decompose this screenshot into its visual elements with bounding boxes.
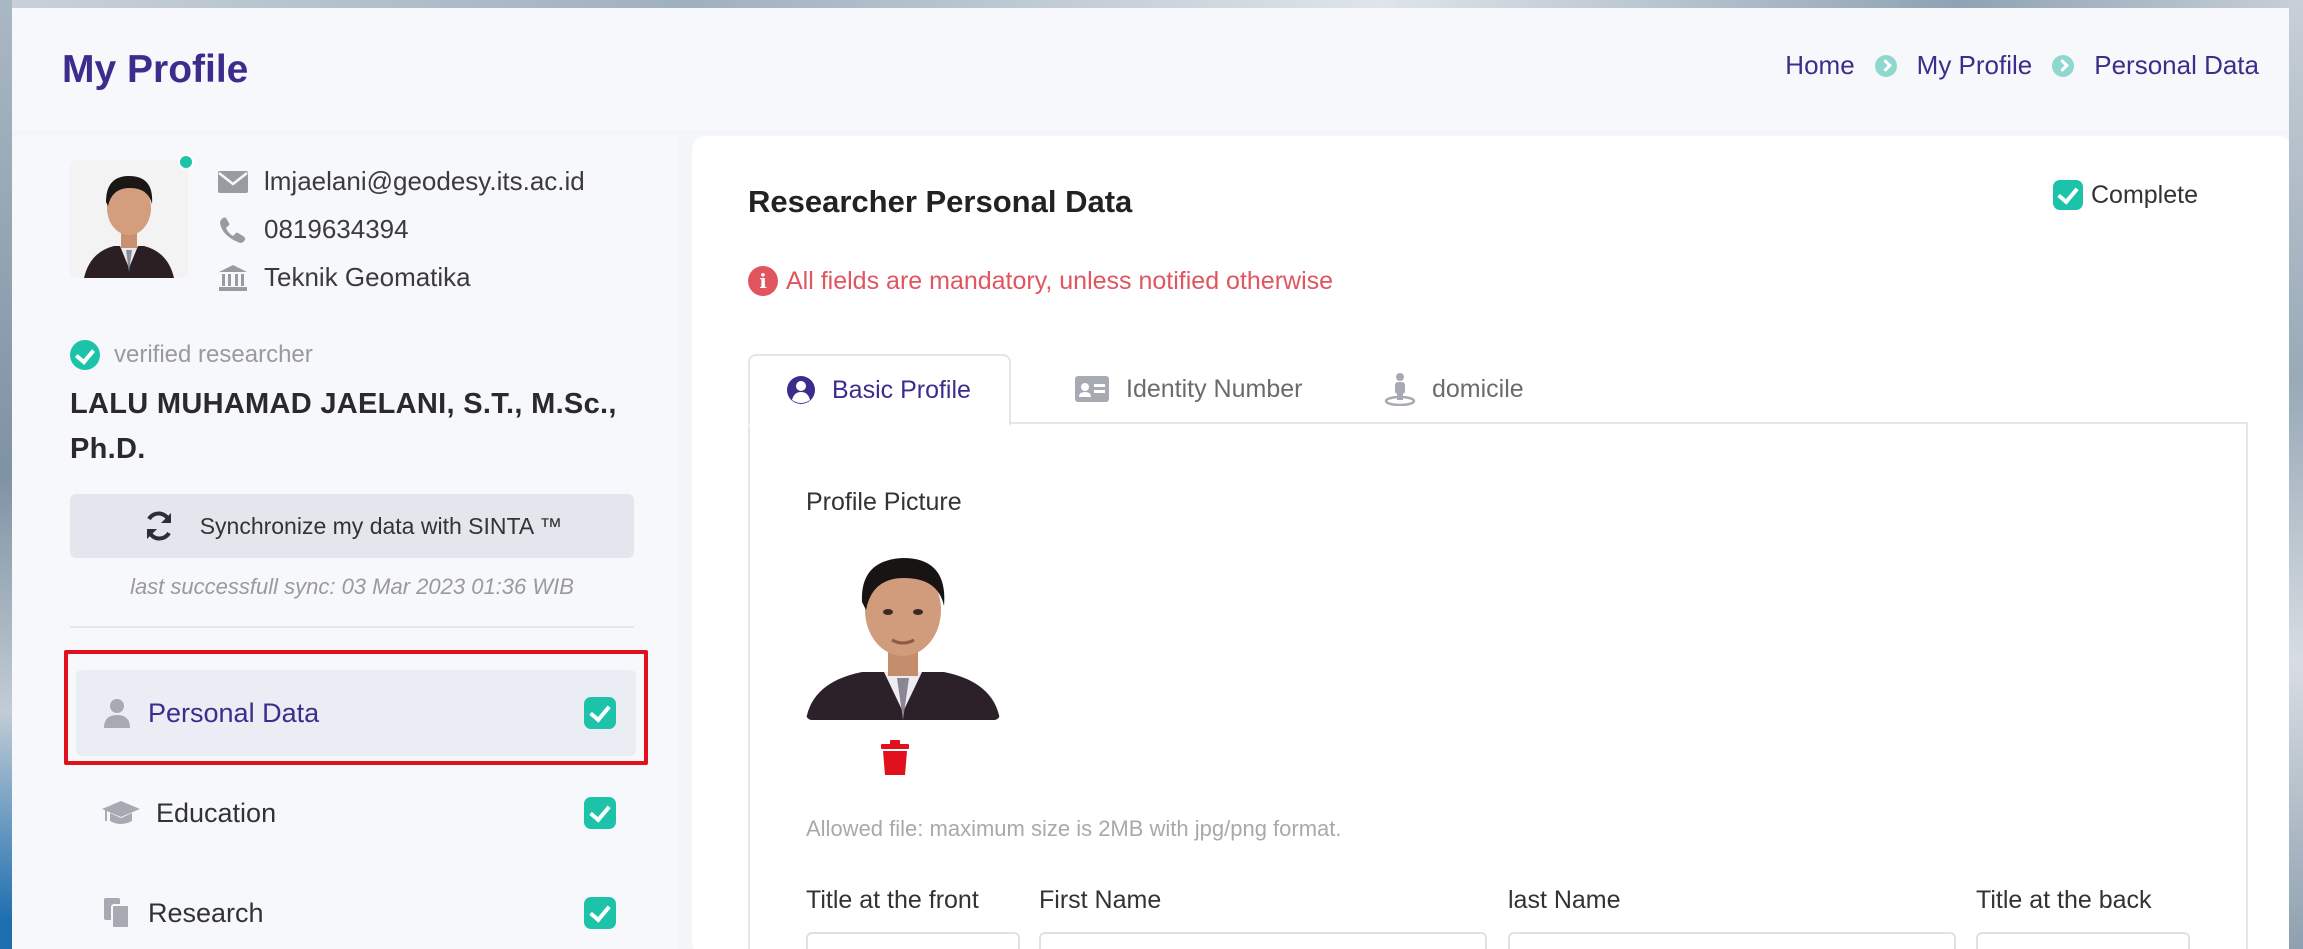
sync-button-label: Synchronize my data with SINTA ™ (199, 512, 563, 539)
department-text: Teknik Geomatika (264, 262, 471, 292)
envelope-icon (216, 168, 250, 196)
contact-department: Teknik Geomatika (216, 262, 471, 293)
delete-photo-button[interactable] (880, 740, 910, 781)
avatar (70, 160, 188, 278)
verified-label: verified researcher (114, 341, 313, 368)
background-strip-left (0, 0, 12, 949)
profile-sidebar: lmjaelani@geodesy.its.ac.id 0819634394 T… (12, 136, 678, 949)
background-strip-right (2289, 0, 2303, 949)
profile-picture-label: Profile Picture (806, 488, 962, 516)
sidebar-item-label: Education (156, 797, 277, 828)
verified-badge: verified researcher (70, 340, 313, 370)
complete-check-icon (584, 797, 616, 829)
app-frame: My Profile Home My Profile Personal Data (12, 8, 2289, 949)
breadcrumb: Home My Profile Personal Data (1785, 50, 2259, 81)
tab-label: domicile (1432, 374, 1524, 403)
phone-icon (216, 216, 250, 244)
tab-label: Identity Number (1126, 374, 1303, 403)
street-view-icon (1384, 372, 1416, 406)
sidebar-item-label: Research (148, 897, 264, 928)
researcher-name: LALU MUHAMAD JAELANI, S.T., M.Sc., Ph.D. (70, 388, 617, 465)
completion-label: Complete (2091, 180, 2198, 209)
sync-icon (142, 509, 176, 543)
tab-domicile[interactable]: domicile (1384, 354, 1524, 424)
info-icon: i (748, 266, 778, 296)
allowed-file-note: Allowed file: maximum size is 2MB with j… (806, 816, 1342, 841)
phone-text: 0819634394 (264, 214, 409, 244)
sidebar-divider (70, 626, 634, 628)
first-name-label: First Name (1039, 886, 1162, 914)
breadcrumb-personal-data: Personal Data (2094, 50, 2259, 80)
profile-photo-image (806, 540, 1000, 720)
chevron-right-icon (1874, 54, 1897, 77)
breadcrumb-my-profile[interactable]: My Profile (1917, 50, 2033, 81)
id-card-icon (1074, 375, 1110, 403)
check-circle-icon (70, 340, 100, 370)
completion-status: Complete (2053, 180, 2198, 210)
chevron-right-icon (2052, 54, 2075, 77)
complete-check-icon (584, 897, 616, 929)
trash-icon (881, 740, 909, 775)
last-sync-note: last successfull sync: 03 Mar 2023 01:36… (130, 574, 574, 599)
sidebar-item-education[interactable]: Education (76, 770, 636, 856)
page-header: My Profile Home My Profile Personal Data (12, 8, 2289, 130)
institution-icon (216, 264, 250, 292)
sidebar-item-research[interactable]: Research (76, 870, 636, 949)
mandatory-text: All fields are mandatory, unless notifie… (786, 266, 1334, 295)
title-back-label: Title at the back (1976, 886, 2152, 914)
avatar-photo (70, 160, 188, 278)
mandatory-notice: i All fields are mandatory, unless notif… (748, 266, 1333, 296)
breadcrumb-home[interactable]: Home (1785, 50, 1854, 81)
documents-icon (100, 896, 134, 930)
online-status-dot (178, 154, 194, 170)
profile-picture (806, 540, 1000, 720)
tab-identity-number[interactable]: Identity Number (1074, 354, 1302, 424)
last-name-input[interactable] (1508, 932, 1956, 949)
email-text: lmjaelani@geodesy.its.ac.id (264, 166, 585, 196)
first-name-input[interactable] (1039, 932, 1487, 949)
card-title: Researcher Personal Data (748, 184, 1133, 219)
user-circle-icon (786, 375, 816, 405)
tab-basic-profile[interactable]: Basic Profile (748, 354, 1011, 426)
selection-highlight (64, 650, 648, 765)
page-title: My Profile (62, 48, 249, 91)
title-front-input[interactable] (806, 932, 1020, 949)
last-name-label: last Name (1508, 886, 1621, 914)
personal-data-card: Researcher Personal Data Complete i All … (692, 136, 2289, 949)
contact-phone: 0819634394 (216, 214, 409, 245)
graduation-cap-icon (100, 796, 142, 830)
contact-email: lmjaelani@geodesy.its.ac.id (216, 166, 585, 197)
tab-label: Basic Profile (832, 375, 971, 404)
checkbox-checked-icon (2053, 180, 2083, 210)
sync-sinta-button[interactable]: Synchronize my data with SINTA ™ (70, 494, 634, 558)
title-front-label: Title at the front (806, 886, 979, 914)
background-strip-top (0, 0, 2303, 8)
title-back-input[interactable] (1976, 932, 2190, 949)
